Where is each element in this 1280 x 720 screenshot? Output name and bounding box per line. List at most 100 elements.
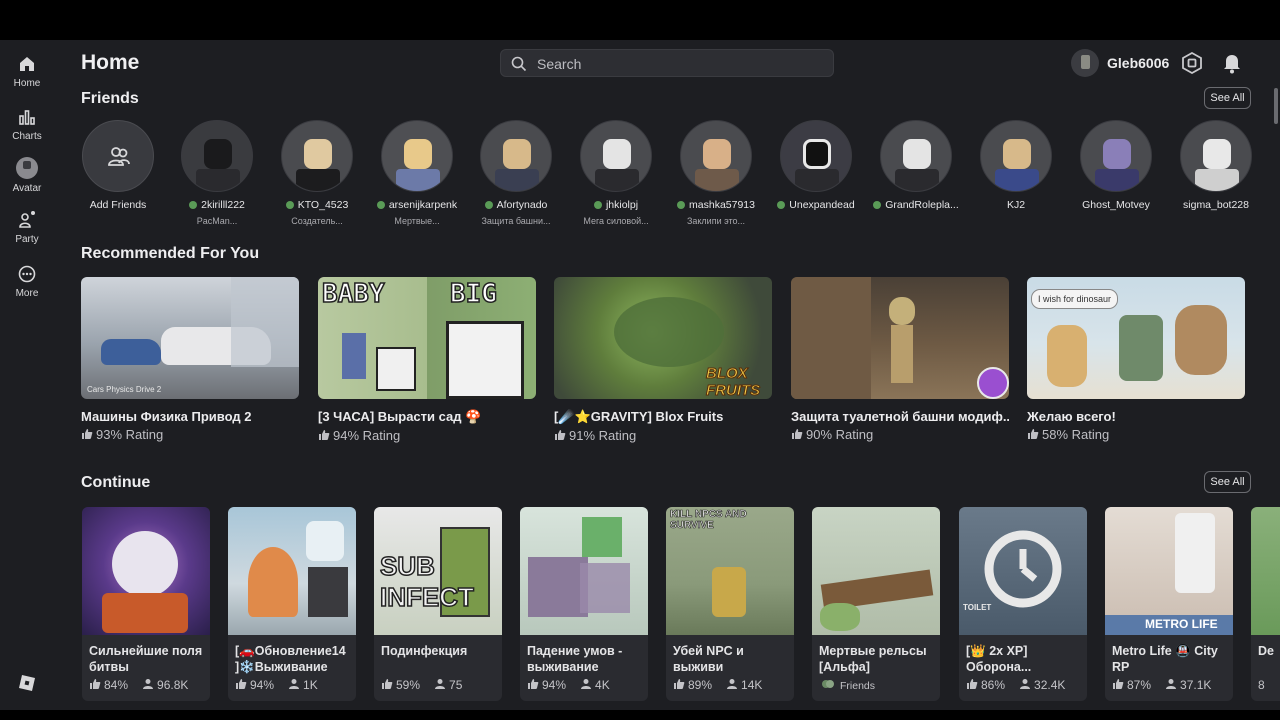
friends-section-title: Friends [81, 90, 139, 107]
game-thumbnail[interactable] [520, 507, 648, 635]
game-title: [👑 2x XP] Оборона... [966, 644, 1032, 674]
game-thumbnail[interactable]: SUB INFECT [374, 507, 502, 635]
game-thumbnail-caption: BIG [449, 278, 497, 310]
friend-name: 2kirilll222 [201, 199, 245, 211]
friend-item[interactable]: 2kirilll222 PacMan... [167, 120, 267, 226]
friend-name: KTO_4523 [297, 199, 349, 211]
game-thumbnail[interactable]: TOILET [959, 507, 1087, 635]
bottom-bar [0, 710, 1280, 720]
robux-icon[interactable] [1181, 52, 1203, 74]
sidebar-item-avatar[interactable]: Avatar [0, 157, 54, 194]
game-thumbnail[interactable] [791, 277, 1009, 399]
game-thumbnail-caption: TOILET [963, 603, 992, 612]
player-count: 4K [595, 678, 610, 692]
friend-avatar[interactable] [1080, 120, 1152, 192]
app-window: Home Charts Avatar Party More Home Gleb6… [0, 40, 1280, 710]
friend-item[interactable]: sigma_bot228 [1166, 120, 1266, 216]
game-thumbnail[interactable]: BLOX FRUITS [554, 277, 772, 399]
game-thumbnail[interactable] [1251, 507, 1280, 635]
avatar[interactable] [1071, 49, 1099, 77]
continue-section-title: Continue [81, 474, 151, 491]
game-thumbnail[interactable] [228, 507, 356, 635]
sidebar-item-charts[interactable]: Charts [0, 107, 54, 142]
friend-name: arsenijkarpenk [388, 199, 458, 211]
game-card[interactable]: Сильнейшие поля битвы 84% 96.8K [82, 507, 210, 701]
thumbs-up-icon [792, 429, 803, 439]
game-thumbnail[interactable]: KILL NPCS AND SURVIVE [666, 507, 794, 635]
friend-avatar[interactable] [780, 120, 852, 192]
game-card[interactable]: Защита туалетной башни модиф... 90% Rati… [791, 277, 1009, 442]
friend-item[interactable]: KJ2 [966, 120, 1066, 216]
friend-avatar[interactable] [580, 120, 652, 192]
friend-avatar[interactable] [880, 120, 952, 192]
game-thumbnail-caption: METRO LIFE [1145, 617, 1218, 631]
friend-item[interactable]: GrandRolepla... [866, 120, 966, 216]
game-card[interactable]: BLOX FRUITS [☄️⭐GRAVITY] Blox Fruits 91%… [554, 277, 772, 443]
friend-item[interactable]: mashka57913 Заклипи это... [666, 120, 766, 226]
sidebar-item-more[interactable]: More [0, 264, 54, 299]
game-card[interactable]: De 8 [1251, 507, 1280, 701]
friend-item[interactable]: jhkiolpj Мега силовой... [566, 120, 666, 226]
friend-item[interactable]: KTO_4523 Создатель... [267, 120, 367, 226]
sidebar-item-label: Charts [12, 131, 42, 142]
notifications-bell-icon[interactable] [1222, 52, 1242, 74]
username[interactable]: Gleb6006 [1107, 55, 1169, 71]
friend-name: Ghost_Motvey [1082, 199, 1150, 211]
game-card[interactable]: TOILET [👑 2x XP] Оборона... 86% 32.4K [959, 507, 1087, 701]
friend-item[interactable]: arsenijkarpenk Мертвые... [367, 120, 467, 226]
game-card[interactable]: [🚗Обновление14 ]❄️Выживание в... 94% 1K [228, 507, 356, 701]
friend-item[interactable]: Afortynado Защита башни... [466, 120, 566, 226]
game-card[interactable]: Падение умов - выживание 94% 4K [520, 507, 648, 701]
friend-avatar[interactable] [480, 120, 552, 192]
friend-avatar[interactable] [181, 120, 253, 192]
friend-avatar[interactable] [281, 120, 353, 192]
friend-avatar[interactable] [980, 120, 1052, 192]
online-status-icon [285, 201, 294, 209]
friend-status: PacMan... [196, 216, 238, 226]
continue-see-all-button[interactable]: See All [1204, 471, 1251, 493]
game-title: [🚗Обновление14 ]❄️Выживание в... [235, 644, 346, 674]
friend-status: Мега силовой... [583, 216, 649, 226]
game-card[interactable]: SUB INFECT Подинфекция 59% 75 [374, 507, 502, 701]
game-title: Падение умов - выживание [527, 644, 623, 674]
sidebar-item-party[interactable]: Party [0, 210, 54, 245]
game-card[interactable]: Мертвые рельсы [Альфа] Friends [812, 507, 940, 701]
game-thumbnail[interactable]: METRO LIFE [1105, 507, 1233, 635]
game-rating: 84% [104, 678, 129, 692]
search-icon [511, 56, 527, 72]
sidebar-item-home[interactable]: Home [0, 54, 54, 89]
game-thumbnail-caption: KILL NPCS AND SURVIVE [670, 509, 747, 532]
game-title: [3 ЧАСА] Вырасти сад 🍄 [318, 409, 482, 424]
game-thumbnail-caption: Cars Physics Drive 2 [87, 385, 162, 394]
game-thumbnail[interactable]: BABY BIG [318, 277, 536, 399]
search-input[interactable] [535, 53, 829, 75]
recommended-section-title: Recommended For You [81, 245, 260, 262]
game-rating: 94% [250, 678, 275, 692]
game-thumbnail-caption: BLOX FRUITS [706, 365, 761, 400]
game-card[interactable]: METRO LIFE Metro Life 🚇 City RP 87% 37.1K [1105, 507, 1233, 701]
friend-avatar[interactable] [680, 120, 752, 192]
game-card[interactable]: I wish for dinosaur Желаю всего! 58% Rat… [1027, 277, 1245, 442]
friend-avatar[interactable] [381, 120, 453, 192]
player-count: 96.8K [157, 678, 189, 692]
game-rating: 87% [1127, 678, 1152, 692]
friend-item[interactable]: Unexpandead [766, 120, 866, 216]
roblox-logo-icon[interactable] [18, 674, 36, 692]
game-card[interactable]: BABY BIG [3 ЧАСА] Вырасти сад 🍄 94% Rati… [318, 277, 536, 443]
friends-see-all-button[interactable]: See All [1204, 87, 1251, 109]
game-thumbnail[interactable] [82, 507, 210, 635]
add-friends-button[interactable]: Add Friends [68, 120, 168, 211]
search-bar[interactable] [500, 49, 834, 77]
friend-avatar[interactable] [1180, 120, 1252, 192]
game-thumbnail[interactable] [812, 507, 940, 635]
game-card[interactable]: KILL NPCS AND SURVIVE Убей NPC и выживи … [666, 507, 794, 701]
add-friends-label: Add Friends [89, 199, 147, 211]
game-card[interactable]: Cars Physics Drive 2 Машины Физика Приво… [81, 277, 299, 442]
players-icon [727, 679, 738, 689]
game-thumbnail[interactable]: Cars Physics Drive 2 [81, 277, 299, 399]
scrollbar[interactable] [1274, 88, 1278, 124]
game-thumbnail[interactable]: I wish for dinosaur [1027, 277, 1245, 399]
game-title: [☄️⭐GRAVITY] Blox Fruits [554, 409, 724, 424]
game-title: Подинфекция [381, 644, 468, 658]
friend-item[interactable]: Ghost_Motvey [1066, 120, 1166, 216]
